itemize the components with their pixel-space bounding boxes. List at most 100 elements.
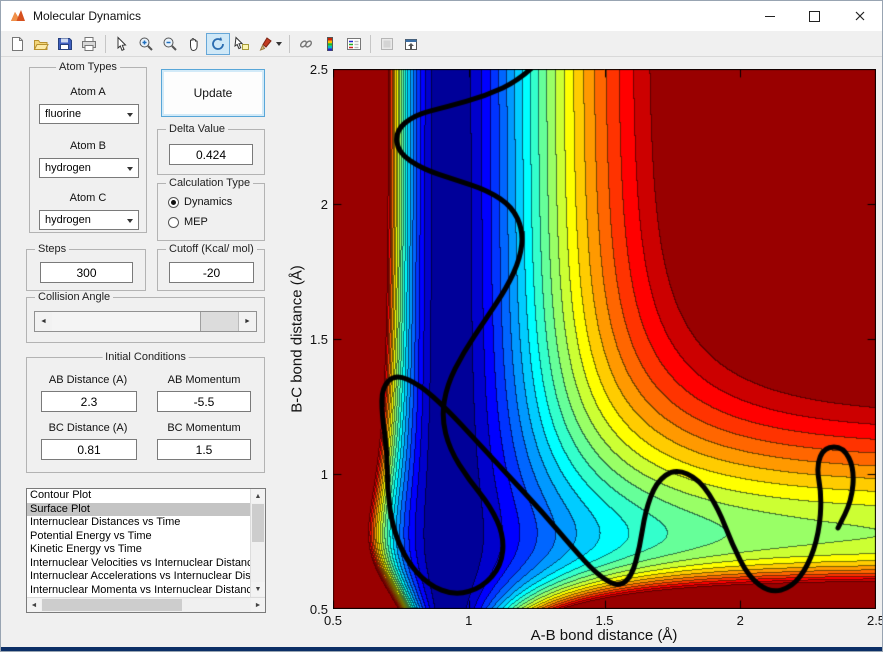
hand-icon xyxy=(190,37,198,51)
scroll-right-button[interactable]: ► xyxy=(251,598,265,612)
initial-conditions-group: Initial Conditions AB Distance (A) AB Mo… xyxy=(26,351,265,473)
group-title: Cutoff (Kcal/ mol) xyxy=(166,243,257,255)
open-folder-icon xyxy=(33,39,49,50)
radio-dynamics[interactable]: Dynamics xyxy=(168,196,232,208)
arrow-up-icon: ▲ xyxy=(254,492,262,500)
scroll-thumb[interactable] xyxy=(42,599,182,611)
bc-momentum-input[interactable] xyxy=(157,439,251,460)
x-tick-label: 2.5 xyxy=(866,613,882,628)
chevron-down-icon xyxy=(127,113,133,117)
ab-momentum-input[interactable] xyxy=(157,391,251,412)
window: Molecular Dynamics Atom Types Atom A flu… xyxy=(0,0,883,652)
dock-figure-button[interactable] xyxy=(399,33,423,55)
slider-thumb[interactable] xyxy=(52,312,201,331)
radio-mep[interactable]: MEP xyxy=(168,216,208,228)
save-icon xyxy=(58,37,72,50)
insert-legend-button[interactable] xyxy=(342,33,366,55)
slider-left-arrow[interactable]: ◄ xyxy=(35,312,53,331)
ab-distance-input[interactable] xyxy=(41,391,137,412)
bc-distance-input[interactable] xyxy=(41,439,137,460)
colorbar-icon xyxy=(327,36,333,51)
radio-label: Dynamics xyxy=(184,196,233,208)
zoom-in-icon xyxy=(139,37,153,51)
plot-type-listbox[interactable]: Contour Plot Surface Plot Internuclear Dis… xyxy=(26,488,266,613)
scroll-up-button[interactable]: ▲ xyxy=(251,489,265,503)
list-item[interactable]: Kinetic Energy vs Time xyxy=(27,543,250,557)
horizontal-scrollbar[interactable]: ◄ ► xyxy=(27,597,265,612)
link-plot-button[interactable] xyxy=(294,33,318,55)
delta-value-input[interactable] xyxy=(169,144,253,165)
atom-a-combobox[interactable]: fluorine xyxy=(39,104,139,124)
pan-button[interactable] xyxy=(182,33,206,55)
radio-label: MEP xyxy=(184,216,208,228)
list-item[interactable]: Internuclear Velocities vs Internuclear … xyxy=(27,557,250,571)
list-item[interactable]: Contour Plot xyxy=(27,489,250,503)
cutoff-input[interactable] xyxy=(169,262,254,283)
ab-distance-label: AB Distance (A) xyxy=(48,374,128,386)
zoom-out-button[interactable] xyxy=(158,33,182,55)
atom-a-label: Atom A xyxy=(70,86,106,98)
listbox-items: Contour Plot Surface Plot Internuclear Dis… xyxy=(27,489,250,597)
scroll-down-button[interactable]: ▼ xyxy=(251,582,265,596)
steps-input[interactable] xyxy=(40,262,133,283)
atom-c-combobox[interactable]: hydrogen xyxy=(39,210,139,230)
pes-contour-plot[interactable] xyxy=(333,69,876,609)
new-figure-button[interactable] xyxy=(5,33,29,55)
close-button[interactable] xyxy=(837,1,882,31)
list-item[interactable]: Surface Plot xyxy=(27,502,250,516)
collision-angle-slider[interactable]: ◄ ► xyxy=(34,311,257,332)
save-figure-button[interactable] xyxy=(53,33,77,55)
insert-colorbar-button[interactable] xyxy=(318,33,342,55)
vertical-scrollbar[interactable]: ▲ ▼ xyxy=(250,489,265,597)
y-tick-label: 1 xyxy=(320,467,328,482)
hide-plot-tools-button[interactable] xyxy=(375,33,399,55)
titlebar: Molecular Dynamics xyxy=(1,1,882,31)
atom-types-group: Atom Types Atom A fluorine Atom B hydrog… xyxy=(29,61,147,233)
arrow-right-icon: ► xyxy=(254,601,262,609)
maximize-button[interactable] xyxy=(792,1,837,31)
toolbar-separator xyxy=(370,34,371,53)
rotate-3d-button[interactable] xyxy=(206,32,230,55)
list-item[interactable]: Potential Energy vs Time xyxy=(27,530,250,544)
bc-distance-label: BC Distance (A) xyxy=(48,422,128,434)
maximize-icon xyxy=(809,10,820,22)
edit-plot-button[interactable] xyxy=(110,33,134,55)
list-item[interactable]: Internuclear Momenta vs Internuclear Dis… xyxy=(27,584,250,598)
atom-c-label: Atom C xyxy=(69,192,107,204)
delta-value-group: Delta Value xyxy=(157,123,265,175)
y-tick-label: 1.5 xyxy=(309,332,328,347)
print-icon xyxy=(82,36,96,51)
window-bottom-border xyxy=(1,647,882,651)
brush-data-button[interactable] xyxy=(254,33,285,55)
data-cursor-button[interactable] xyxy=(230,33,254,55)
scroll-thumb[interactable] xyxy=(252,504,264,542)
rotate-3d-icon xyxy=(212,36,224,50)
toolbar-separator xyxy=(105,34,106,53)
atom-b-combobox[interactable]: hydrogen xyxy=(39,158,139,178)
group-title: Atom Types xyxy=(56,61,120,73)
minimize-button[interactable] xyxy=(747,1,792,31)
radio-icon xyxy=(168,216,179,228)
ab-momentum-label: AB Momentum xyxy=(167,374,241,386)
slider-right-arrow[interactable]: ► xyxy=(238,312,256,331)
y-tick-label: 2 xyxy=(320,197,328,212)
matlab-icon xyxy=(11,10,25,21)
zoom-out-icon xyxy=(163,37,177,51)
dock-figure-icon xyxy=(405,38,417,50)
list-item[interactable]: Internuclear Accelerations vs Internucle… xyxy=(27,570,250,584)
group-title: Collision Angle xyxy=(35,291,114,303)
hide-plot-tools-icon xyxy=(381,37,393,50)
group-title: Steps xyxy=(35,243,70,255)
x-axis-label: A-B bond distance (Å) xyxy=(530,627,678,644)
chevron-down-icon xyxy=(127,219,133,223)
chevron-down-icon xyxy=(127,167,133,171)
open-file-button[interactable] xyxy=(29,33,53,55)
zoom-in-button[interactable] xyxy=(134,33,158,55)
print-figure-button[interactable] xyxy=(77,33,101,55)
close-icon xyxy=(855,11,864,21)
scroll-left-button[interactable]: ◄ xyxy=(27,598,41,612)
update-button[interactable]: Update xyxy=(161,69,265,117)
arrow-left-icon: ◄ xyxy=(40,318,47,325)
list-item[interactable]: Internuclear Distances vs Time xyxy=(27,516,250,530)
combo-value: hydrogen xyxy=(45,214,91,226)
